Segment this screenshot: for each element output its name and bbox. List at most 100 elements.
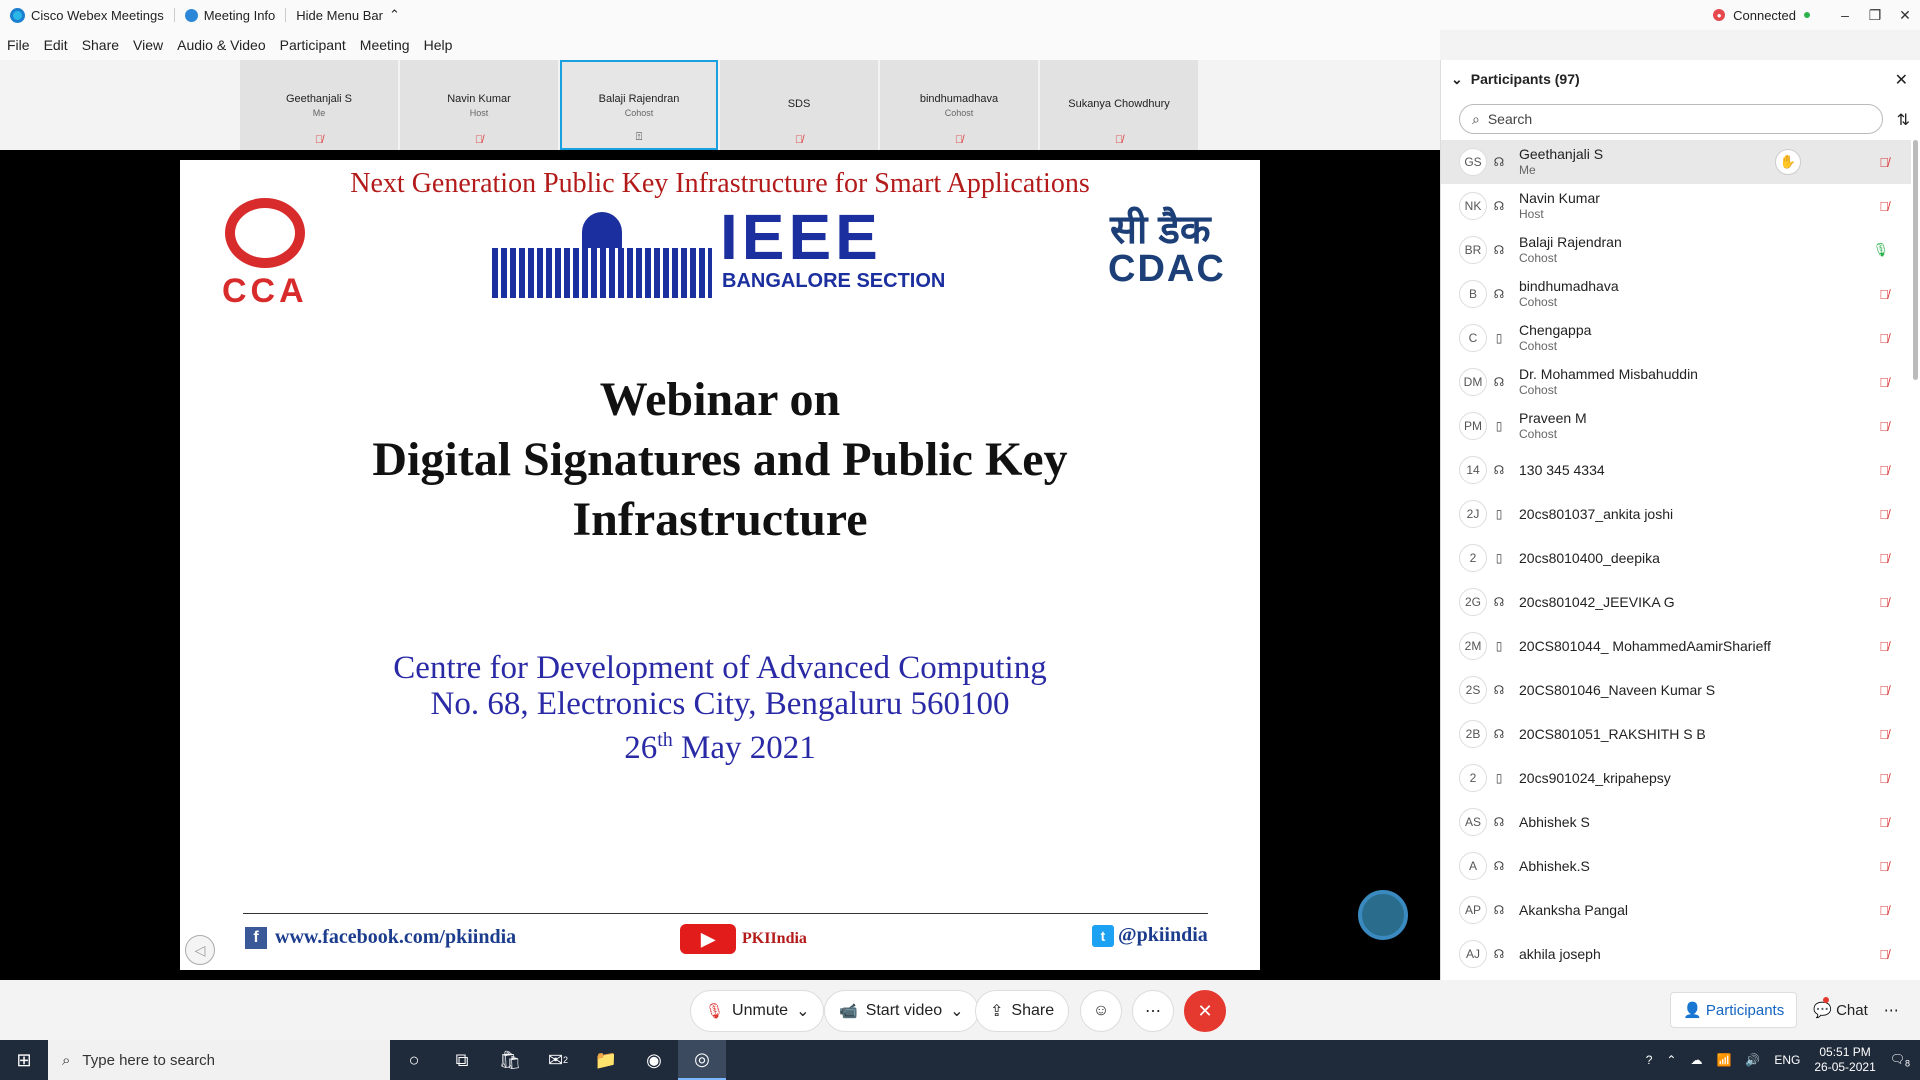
participant-row[interactable]: NK ☊ Navin Kumar Host 🎙̸ — [1441, 184, 1911, 228]
menu-file[interactable]: File — [0, 37, 37, 53]
meeting-info-button[interactable]: Meeting Info — [175, 0, 286, 30]
participant-row[interactable]: AS ☊ Abhishek S 🎙̸ — [1441, 800, 1911, 844]
store-icon[interactable]: 🛍 — [486, 1040, 534, 1080]
webex-taskbar-icon[interactable]: ◎ — [678, 1040, 726, 1080]
participant-row[interactable]: 2B ☊ 20CS801051_RAKSHITH S B 🎙̸ — [1441, 712, 1911, 756]
raise-hand-icon[interactable]: ✋ — [1775, 149, 1801, 175]
menu-edit[interactable]: Edit — [37, 37, 75, 53]
connection-status[interactable]: ● Connected — [1713, 0, 1810, 30]
mic-muted-icon[interactable]: 🎙̸ — [1879, 287, 1889, 302]
participant-row[interactable]: 2J ▯ 20cs801037_ankita joshi 🎙̸ — [1441, 492, 1911, 536]
mic-muted-icon[interactable]: 🎙̸ — [1879, 859, 1889, 874]
unmute-button[interactable]: 🎙 Unmute ⌄ — [690, 990, 825, 1032]
share-button[interactable]: ⇪ Share — [975, 990, 1070, 1032]
participant-row[interactable]: 2S ☊ 20CS801046_Naveen Kumar S 🎙̸ — [1441, 668, 1911, 712]
previous-page-button[interactable]: ◁ — [185, 935, 215, 965]
menu-participant[interactable]: Participant — [273, 37, 353, 53]
participants-toggle-button[interactable]: 👤 Participants — [1670, 992, 1798, 1028]
mic-muted-icon: 🎙̸ — [1114, 134, 1124, 146]
mic-muted-icon: 🎙 — [705, 1003, 725, 1020]
minimize-icon[interactable]: – — [1830, 0, 1860, 30]
reactions-button[interactable]: ☺ — [1080, 990, 1122, 1032]
mic-muted-icon[interactable]: 🎙̸ — [1879, 903, 1889, 918]
volume-icon[interactable]: 🔊 — [1745, 1053, 1760, 1067]
participant-row[interactable]: B ☊ bindhumadhava Cohost 🎙̸ — [1441, 272, 1911, 316]
mail-icon[interactable]: ✉ 2 — [534, 1040, 582, 1080]
restore-icon[interactable]: ❐ — [1860, 0, 1890, 30]
notification-icon[interactable]: 🗨8 — [1890, 1052, 1910, 1068]
chat-toggle-button[interactable]: 💬 Chat — [1805, 993, 1876, 1027]
windows-start-icon[interactable]: ⊞ — [0, 1040, 48, 1080]
close-panel-icon[interactable]: ✕ — [1895, 70, 1908, 90]
mic-muted-icon[interactable]: 🎙̸ — [1879, 727, 1889, 742]
mic-muted-icon[interactable]: 🎙̸ — [1879, 463, 1889, 478]
mic-muted-icon[interactable]: 🎙̸ — [1879, 331, 1889, 346]
video-thumbnail[interactable]: Geethanjali S Me 🎙̸ — [240, 60, 398, 150]
menu-view[interactable]: View — [126, 37, 170, 53]
menu-audio-video[interactable]: Audio & Video — [170, 37, 272, 53]
participant-row[interactable]: 14 ☊ 130 345 4334 🎙̸ — [1441, 448, 1911, 492]
mic-muted-icon[interactable]: 🎙̸ — [1879, 639, 1889, 654]
cortana-icon[interactable]: ○ — [390, 1040, 438, 1080]
start-video-button[interactable]: 📹 Start video ⌄ — [824, 990, 979, 1032]
more-options-button[interactable]: ⋯ — [1132, 990, 1174, 1032]
chevron-up-icon[interactable]: ⌃ — [1666, 1053, 1676, 1067]
participant-row[interactable]: DM ☊ Dr. Mohammed Misbahuddin Cohost 🎙̸ — [1441, 360, 1911, 404]
video-thumbnail[interactable]: bindhumadhava Cohost 🎙̸ — [880, 60, 1038, 150]
video-thumbnail[interactable]: Sukanya Chowdhury 🎙̸ — [1040, 60, 1198, 150]
network-icon[interactable]: 📶 — [1716, 1053, 1731, 1067]
file-explorer-icon[interactable]: 📁 — [582, 1040, 630, 1080]
collapse-chevron-icon[interactable]: ⌄ — [1451, 71, 1463, 88]
chevron-down-icon[interactable]: ⌄ — [950, 1001, 963, 1021]
sort-icon[interactable]: ⇅ — [1897, 110, 1910, 130]
presentation-slide: Next Generation Public Key Infrastructur… — [180, 160, 1260, 970]
youtube-channel-text: PKIIndia — [742, 930, 807, 947]
mic-muted-icon[interactable]: 🎙̸ — [1879, 375, 1889, 390]
onedrive-icon[interactable]: ☁ — [1690, 1053, 1702, 1067]
panel-scrollbar[interactable] — [1913, 140, 1918, 380]
mic-muted-icon[interactable]: 🎙̸ — [1879, 507, 1889, 522]
participant-row[interactable]: GS ☊ Geethanjali S Me ✋ 🎙̸ — [1441, 140, 1911, 184]
participant-row[interactable]: C ▯ Chengappa Cohost 🎙̸ — [1441, 316, 1911, 360]
mic-muted-icon[interactable]: 🎙̸ — [1879, 155, 1889, 170]
share-screen-icon: ⍐ — [635, 131, 643, 143]
clock[interactable]: 05:51 PM 26-05-2021 — [1814, 1045, 1875, 1075]
participant-row[interactable]: BR ☊ Balaji Rajendran Cohost 🎙 — [1441, 228, 1911, 272]
leave-meeting-button[interactable]: ✕ — [1184, 990, 1226, 1032]
task-view-icon[interactable]: ⧉ — [438, 1040, 486, 1080]
mic-muted-icon[interactable]: 🎙̸ — [1879, 199, 1889, 214]
menu-share[interactable]: Share — [75, 37, 126, 53]
mic-muted-icon[interactable]: 🎙̸ — [1879, 947, 1889, 962]
mic-muted-icon[interactable]: 🎙̸ — [1879, 683, 1889, 698]
participant-row[interactable]: PM ▯ Praveen M Cohost 🎙̸ — [1441, 404, 1911, 448]
video-thumbnail[interactable]: Navin Kumar Host 🎙̸ — [400, 60, 558, 150]
mic-active-icon[interactable]: 🎙 — [1872, 242, 1889, 258]
hide-menu-bar-button[interactable]: Hide Menu Bar ⌃ — [286, 0, 410, 30]
participant-row[interactable]: A ☊ Abhishek.S 🎙̸ — [1441, 844, 1911, 888]
help-icon[interactable]: ? — [1646, 1053, 1653, 1067]
menu-meeting[interactable]: Meeting — [353, 37, 417, 53]
menu-help[interactable]: Help — [417, 37, 460, 53]
participant-row[interactable]: 2 ▯ 20cs901024_kripahepsy 🎙̸ — [1441, 756, 1911, 800]
chevron-down-icon[interactable]: ⌄ — [796, 1001, 809, 1021]
video-thumbnail-active-speaker[interactable]: Balaji Rajendran Cohost ⍐ — [560, 60, 718, 150]
mic-muted-icon[interactable]: 🎙̸ — [1879, 595, 1889, 610]
participant-row[interactable]: AP ☊ Akanksha Pangal 🎙̸ — [1441, 888, 1911, 932]
floating-self-view[interactable] — [1358, 890, 1408, 940]
participant-row[interactable]: AJ ☊ akhila joseph 🎙̸ — [1441, 932, 1911, 976]
mic-muted-icon[interactable]: 🎙̸ — [1879, 771, 1889, 786]
participant-row[interactable]: 2 ▯ 20cs8010400_deepika 🎙̸ — [1441, 536, 1911, 580]
taskbar-search-input[interactable]: ⌕ Type here to search — [48, 1040, 390, 1080]
more-panels-button[interactable]: ⋯ — [1884, 1001, 1899, 1019]
mic-muted-icon[interactable]: 🎙̸ — [1879, 815, 1889, 830]
participant-row[interactable]: 2M ▯ 20CS801044_ MohammedAamirSharieff 🎙… — [1441, 624, 1911, 668]
mic-muted-icon[interactable]: 🎙̸ — [1879, 551, 1889, 566]
language-indicator[interactable]: ENG — [1774, 1053, 1800, 1067]
system-tray: ? ⌃ ☁ 📶 🔊 ENG 05:51 PM 26-05-2021 🗨8 — [1646, 1040, 1910, 1080]
video-thumbnail[interactable]: SDS 🎙̸ — [720, 60, 878, 150]
close-window-icon[interactable]: ✕ — [1890, 0, 1920, 30]
participant-search-input[interactable]: ⌕ Search — [1459, 104, 1883, 134]
mic-muted-icon[interactable]: 🎙̸ — [1879, 419, 1889, 434]
chrome-icon[interactable]: ◉ — [630, 1040, 678, 1080]
participant-row[interactable]: 2G ☊ 20cs801042_JEEVIKA G 🎙̸ — [1441, 580, 1911, 624]
